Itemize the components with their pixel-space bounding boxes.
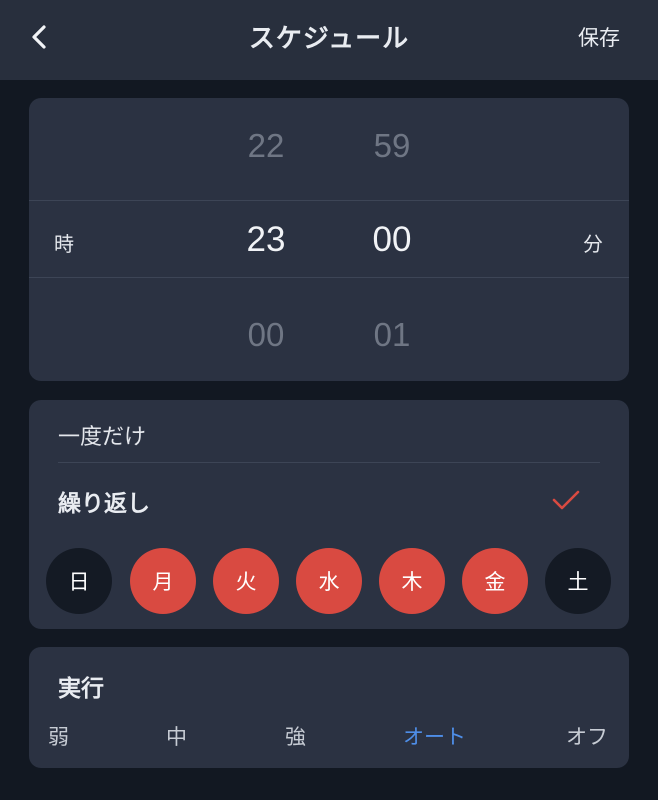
mode-auto[interactable]: オート [403,721,466,751]
selection-band [29,200,629,278]
once-option[interactable]: 一度だけ [58,419,146,451]
minute-option[interactable]: 59 [342,127,442,165]
day-sunday[interactable]: 日 [46,548,112,614]
save-button[interactable]: 保存 [578,22,620,52]
day-thursday[interactable]: 木 [379,548,445,614]
hour-option[interactable]: 00 [216,316,316,354]
minute-unit-label: 分 [583,232,603,256]
execution-title: 実行 [58,676,104,702]
mode-off[interactable]: オフ [566,721,608,751]
day-friday[interactable]: 金 [462,548,528,614]
app-header: スケジュール 保存 [0,0,658,80]
minute-selected[interactable]: 00 [342,220,442,260]
day-tuesday[interactable]: 火 [213,548,279,614]
divider [58,462,600,463]
day-saturday[interactable]: 土 [545,548,611,614]
day-monday[interactable]: 月 [130,548,196,614]
repeat-option[interactable]: 繰り返し [58,484,150,518]
check-icon [552,490,580,510]
hour-selected[interactable]: 23 [216,220,316,260]
time-picker[interactable]: 時 分 22 23 00 59 00 01 [29,98,629,381]
page-title: スケジュール [248,24,410,54]
day-wednesday[interactable]: 水 [296,548,362,614]
hour-unit-label: 時 [54,232,74,256]
mode-medium[interactable]: 中 [166,721,187,751]
mode-weak[interactable]: 弱 [48,721,69,751]
execution-settings: 実行 弱 中 強 オート オフ [29,647,629,768]
repeat-settings: 一度だけ 繰り返し 日 月 火 水 木 金 土 [29,400,629,629]
minute-option[interactable]: 01 [342,316,442,354]
mode-strong[interactable]: 強 [285,721,306,751]
hour-option[interactable]: 22 [216,127,316,165]
